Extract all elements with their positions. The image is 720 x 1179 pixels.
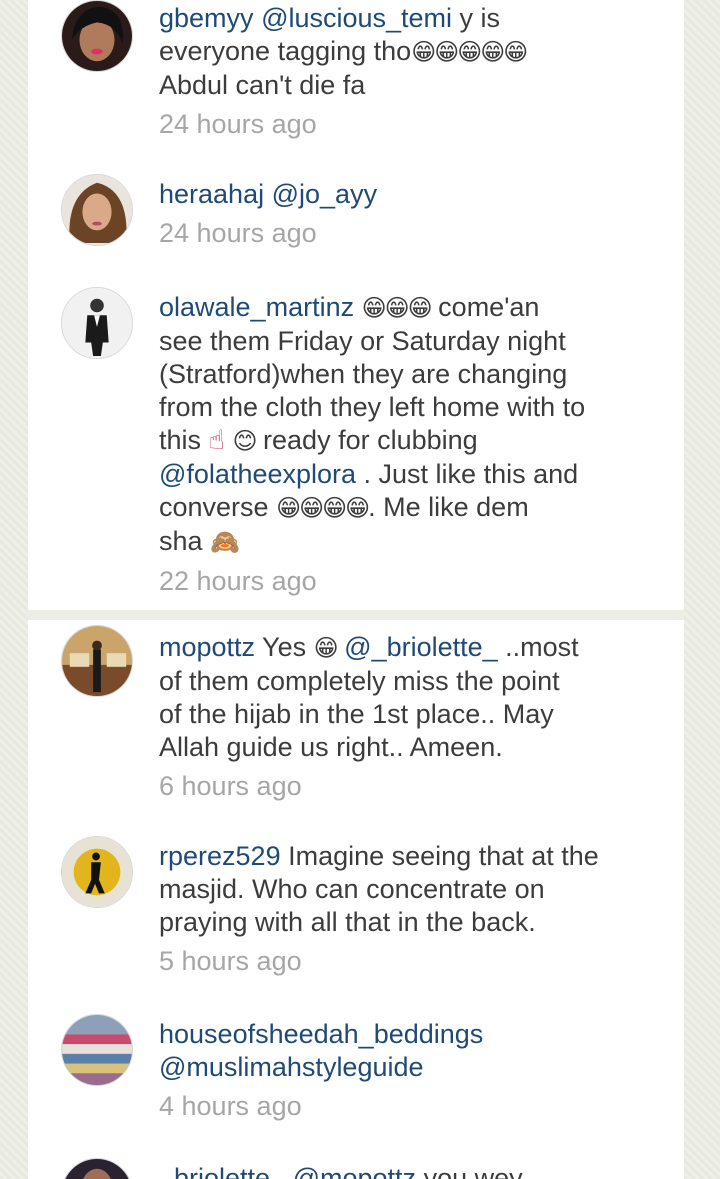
grinning-emoji-icon: 😁😁😁 <box>361 295 433 322</box>
comment-text: . Me like dem <box>368 492 529 522</box>
comment-body: rperez529 Imagine seeing that at the mas… <box>159 840 659 978</box>
pointing-up-emoji-icon: ☝ <box>208 425 225 455</box>
comment-text: y is <box>452 3 501 33</box>
comment-username[interactable]: _briolette_ <box>159 1163 285 1179</box>
avatar-olawale-martinz[interactable] <box>61 287 133 359</box>
see-no-evil-monkey-emoji-icon: 🙈 <box>210 529 240 556</box>
avatar-rperez529[interactable] <box>61 836 133 908</box>
comment-text: see them Friday or Saturday night <box>159 326 566 356</box>
comment-text: ready for clubbing <box>255 425 478 455</box>
comment-text: Abdul can't die fa <box>159 70 366 100</box>
comment-username[interactable]: heraahaj <box>159 179 264 209</box>
comment-mention[interactable]: @mopottz <box>293 1163 416 1179</box>
grinning-emoji-icon: 😁😁😁😁😁 <box>411 39 528 66</box>
comment-text: Yes <box>255 632 314 662</box>
comment-body: _briolette_ @mopottz you wey <box>159 1162 659 1179</box>
avatar-gbemyy[interactable] <box>61 0 133 72</box>
comment-timestamp: 5 hours ago <box>159 946 302 976</box>
comment-username[interactable]: mopottz <box>159 632 255 662</box>
comment-timestamp: 4 hours ago <box>159 1091 302 1121</box>
comment-text: converse <box>159 492 277 522</box>
comment-text: . Just like this and <box>356 459 579 489</box>
comment-text: come'an <box>430 292 540 322</box>
right-background-pattern <box>684 0 720 1179</box>
comments-card-1: gbemyy @luscious_temi y is everyone tagg… <box>28 0 684 610</box>
comment-timestamp: 24 hours ago <box>159 218 317 248</box>
comment-text: masjid. Who can concentrate on <box>159 874 545 904</box>
comment-mention[interactable]: @_briolette_ <box>344 632 498 662</box>
comment-username[interactable]: gbemyy <box>159 3 254 33</box>
comment-text: from the cloth they left home with to <box>159 392 586 422</box>
comment-username[interactable]: rperez529 <box>159 841 281 871</box>
comment-body: mopottz Yes 😁 @_briolette_ ..most of the… <box>159 631 659 803</box>
avatar-briolette[interactable] <box>61 1158 133 1179</box>
comment-username[interactable]: houseofsheedah_beddings <box>159 1019 483 1049</box>
avatar-houseofsheedah-beddings[interactable] <box>61 1014 133 1086</box>
comment-text: Imagine seeing that at the <box>280 841 599 871</box>
comment-mention[interactable]: @muslimahstyleguide <box>159 1052 424 1082</box>
comment-timestamp: 6 hours ago <box>159 771 302 801</box>
comments-card-2: mopottz Yes 😁 @_briolette_ ..most of the… <box>28 620 684 1179</box>
comment-text: sha <box>159 526 211 556</box>
avatar-mopottz[interactable] <box>61 625 133 697</box>
comment-body: heraahaj @jo_ayy 24 hours ago <box>159 178 659 250</box>
comment-mention[interactable]: @folatheexplora <box>159 459 356 489</box>
comment-text: this <box>159 425 209 455</box>
comment-text: Allah guide us right.. Ameen. <box>159 732 503 762</box>
comment-username[interactable]: olawale_martinz <box>159 292 354 322</box>
comment-text: everyone tagging tho <box>159 36 412 66</box>
comment-text: you wey <box>416 1163 523 1179</box>
comment-body: olawale_martinz 😁😁😁 come'an see them Fri… <box>159 291 659 598</box>
grinning-emoji-icon: 😁 <box>313 635 339 662</box>
comment-timestamp: 24 hours ago <box>159 109 317 139</box>
avatar-heraahaj[interactable] <box>61 174 133 246</box>
comment-text: (Stratford)when they are changing <box>159 359 568 389</box>
comment-text: of the hijab in the 1st place.. May <box>159 699 554 729</box>
comment-body: houseofsheedah_beddings @muslimahstylegu… <box>159 1018 659 1123</box>
comment-timestamp: 22 hours ago <box>159 566 317 596</box>
comment-body: gbemyy @luscious_temi y is everyone tagg… <box>159 2 659 141</box>
grinning-emoji-icon: 😁😁😁😁 <box>276 495 370 522</box>
comment-mention[interactable]: @jo_ayy <box>272 179 377 209</box>
comment-text: ..most <box>497 632 579 662</box>
comment-mention[interactable]: @luscious_temi <box>261 3 452 33</box>
left-background-pattern <box>0 0 28 1179</box>
comment-text: praying with all that in the back. <box>159 907 536 937</box>
comment-text: of them completely miss the point <box>159 666 560 696</box>
smiley-emoji-icon: 😊 <box>232 428 258 455</box>
